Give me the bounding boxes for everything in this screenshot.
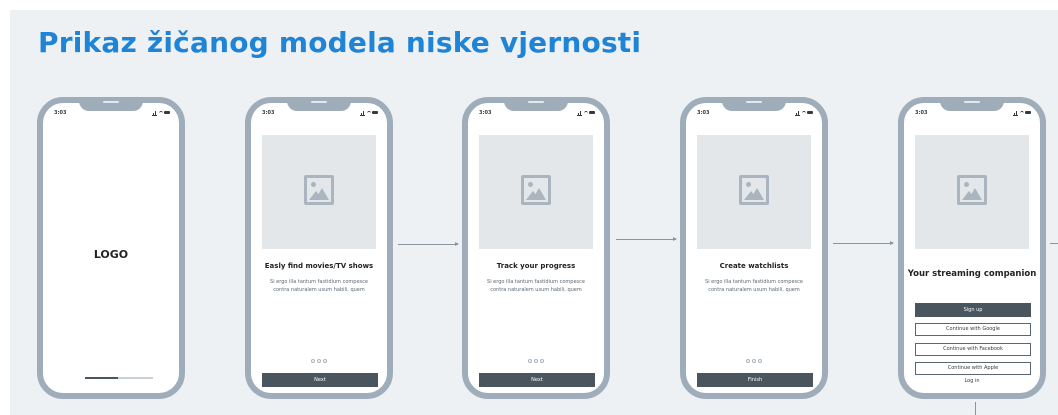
onboarding-heading: Easly find movies/TV shows [264,262,374,270]
wifi-icon [584,111,588,116]
signal-icon [360,111,365,116]
image-placeholder-icon [957,175,987,205]
status-time: 3:03 [479,110,492,116]
phone-notch [722,97,786,111]
status-icons [360,110,378,116]
battery-icon [589,111,595,114]
finish-button[interactable]: Finish [697,373,813,387]
wifi-icon [802,111,806,116]
page-title: Prikaz žičanog modela niske vjernosti [38,26,642,59]
flow-arrow [833,241,894,245]
phone-onboarding-1: 3:03 Easly find movies/TV shows Si ergo … [245,97,393,399]
signal-icon [152,111,157,116]
status-time: 3:03 [915,110,928,116]
wireframe-canvas: Prikaz žičanog modela niske vjernosti 3:… [10,10,1058,415]
status-time: 3:03 [262,110,275,116]
wifi-icon [1020,111,1024,116]
signup-heading: Your streaming companion [907,269,1037,279]
page-dots[interactable] [686,359,822,364]
onboarding-heading: Track your progress [496,262,576,270]
image-placeholder-icon [739,175,769,205]
status-icons [795,110,813,116]
flow-arrow [1050,243,1058,244]
flow-arrow [398,242,459,246]
flow-connector [975,402,976,415]
page-dots[interactable] [468,359,604,364]
onboarding-body: Si ergo illa tantum fastidium compesce c… [487,279,585,293]
wifi-icon [367,111,371,116]
image-placeholder-icon [521,175,551,205]
image-placeholder-icon [304,175,334,205]
phone-onboarding-3: 3:03 Create watchlists Si ergo illa tant… [680,97,828,399]
image-placeholder [697,135,811,249]
continue-google-button[interactable]: Continue with Google [915,323,1031,336]
signal-icon [577,111,582,116]
phone-notch [940,97,1004,111]
app-logo: LOGO [93,248,129,261]
continue-facebook-button[interactable]: Continue with Facebook [915,343,1031,356]
status-time: 3:03 [697,110,710,116]
signal-icon [795,111,800,116]
image-placeholder [915,135,1029,249]
onboarding-heading: Create watchlists [719,262,789,270]
wifi-icon [159,111,163,116]
status-icons [152,110,170,116]
phone-signup: 3:03 Your streaming companion Sign up Co… [898,97,1046,399]
phone-onboarding-2: 3:03 Track your progress Si ergo illa ta… [462,97,610,399]
image-placeholder [479,135,593,249]
battery-icon [164,111,170,114]
onboarding-body: Si ergo illa tantum fastidium compesce c… [270,279,368,293]
phone-splash: 3:03 LOGO [37,97,185,399]
next-button[interactable]: Next [479,373,595,387]
battery-icon [372,111,378,114]
phone-notch [287,97,351,111]
battery-icon [807,111,813,114]
page-dots[interactable] [251,359,387,364]
status-time: 3:03 [54,110,67,116]
onboarding-body: Si ergo illa tantum fastidium compesce c… [705,279,803,293]
sign-up-button[interactable]: Sign up [915,303,1031,317]
status-icons [577,110,595,116]
phone-notch [79,97,143,111]
log-in-link[interactable]: Log in [904,378,1040,384]
progress-bar [85,377,153,379]
signal-icon [1013,111,1018,116]
flow-arrow [616,237,677,241]
battery-icon [1025,111,1031,114]
phone-notch [504,97,568,111]
image-placeholder [262,135,376,249]
continue-apple-button[interactable]: Continue with Apple [915,362,1031,375]
status-icons [1013,110,1031,116]
next-button[interactable]: Next [262,373,378,387]
